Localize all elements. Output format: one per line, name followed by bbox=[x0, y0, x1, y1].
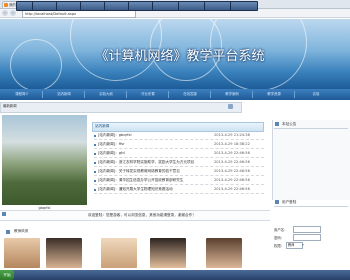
site-title: 《计算机网络》教学平台系统 bbox=[95, 49, 265, 64]
role-label: 权限： bbox=[274, 244, 285, 248]
news-row[interactable]: [站内新闻]：gfd 2013-4-29 22:46:56 bbox=[94, 150, 264, 158]
teacher-photo[interactable] bbox=[150, 238, 186, 268]
teacher-photo[interactable] bbox=[4, 238, 40, 268]
news-row[interactable]: [站内新闻]：ffsr 2013-4-29 18:38:22 bbox=[94, 141, 264, 149]
start-button[interactable]: 开始 bbox=[0, 270, 14, 280]
teacher-photo[interactable] bbox=[101, 238, 137, 268]
forward-arrow-icon[interactable]: › bbox=[10, 10, 16, 16]
teachers-label: 教师风采 bbox=[14, 229, 29, 233]
username-label: 用户名： bbox=[274, 228, 288, 232]
news-list-header bbox=[92, 122, 264, 132]
news-title[interactable]: [站内新闻]：gbqrfxl bbox=[98, 132, 131, 139]
news-title[interactable]: [站内新闻]：gfd bbox=[98, 150, 125, 157]
news-row[interactable]: [站内新闻]：关于转发实现教育网络教育的若干意见 2013-4-29 22:46… bbox=[94, 168, 264, 176]
main-nav: 课程简介 站内新闻 实验大纲 作业布置 在线答疑 教学案例 教学资源 实验 bbox=[0, 89, 350, 100]
nav-item[interactable]: 课程简介 bbox=[4, 89, 40, 100]
url-input[interactable]: http://localhost/Default.aspx bbox=[22, 10, 136, 18]
news-list-header-label: 站内新闻 bbox=[95, 124, 110, 128]
nav-divider bbox=[252, 91, 253, 98]
news-date: 2013-4-29 22:46:56 bbox=[214, 151, 250, 155]
bullet-icon bbox=[94, 153, 96, 155]
nav-item[interactable]: 教学案例 bbox=[214, 89, 250, 100]
teachers-icon bbox=[6, 230, 10, 234]
nav-divider bbox=[126, 91, 127, 98]
welcome-text: 欢迎登陆：您是游客，可以浏览信息，其他功能请登录，谢谢合作！ bbox=[88, 213, 196, 217]
taskbar-item[interactable] bbox=[56, 1, 82, 11]
bullet-icon bbox=[94, 162, 96, 164]
news-date: 2013-4-29 22:46:56 bbox=[214, 169, 250, 173]
login-icon bbox=[275, 200, 279, 204]
teacher-photo[interactable] bbox=[206, 238, 242, 268]
news-title[interactable]: [站内新闻]：清华招生信息办学公开招收教育部研究生 bbox=[98, 177, 183, 184]
nav-divider bbox=[294, 91, 295, 98]
news-bar-label: 最新新闻 bbox=[3, 104, 17, 108]
teachers-header bbox=[2, 230, 262, 236]
news-title-bar bbox=[0, 102, 242, 113]
news-row[interactable]: [站内新闻]：浙江农林学院实施助学、奖励大学生为万元项目 2013-4-29 2… bbox=[94, 159, 264, 167]
news-photo[interactable] bbox=[2, 115, 87, 205]
news-title[interactable]: [站内新闻]：浙江农林学院实施助学、奖励大学生为万元项目 bbox=[98, 159, 194, 166]
username-input[interactable] bbox=[293, 226, 321, 233]
news-date: 2013-4-29 22:46:56 bbox=[214, 187, 250, 191]
taskbar-item[interactable] bbox=[80, 1, 106, 11]
bullet-icon bbox=[94, 171, 96, 173]
login-label: 用户登陆 bbox=[282, 200, 297, 204]
alipay-favicon-icon bbox=[4, 3, 8, 7]
news-title[interactable]: [站内新闻]：ffsr bbox=[98, 141, 125, 148]
bullet-icon bbox=[94, 144, 96, 146]
more-icon[interactable] bbox=[228, 104, 233, 109]
nav-item[interactable]: 教学资源 bbox=[256, 89, 292, 100]
password-label: 密码： bbox=[274, 236, 285, 240]
nav-item[interactable]: 作业布置 bbox=[130, 89, 166, 100]
news-row[interactable]: [站内新闻]：清华招生信息办学公开招收教育部研究生 2013-4-29 22:4… bbox=[94, 177, 264, 185]
announcement-label: 本站公告 bbox=[282, 122, 297, 126]
taskbar-item[interactable] bbox=[128, 1, 154, 11]
news-row[interactable]: [站内新闻]：gbqrfxl 2013-4-29 21:24:38 bbox=[94, 132, 264, 140]
bullet-icon bbox=[94, 189, 96, 191]
nav-divider bbox=[210, 91, 211, 98]
password-input[interactable] bbox=[293, 234, 321, 241]
right-sidebar bbox=[272, 120, 350, 200]
taskbar bbox=[0, 270, 350, 280]
nav-item[interactable]: 实验 bbox=[298, 89, 334, 100]
nav-item[interactable]: 实验大纲 bbox=[88, 89, 124, 100]
info-icon bbox=[2, 212, 6, 216]
news-row[interactable]: [站内新闻]：通知开展大学生物理知识竞赛活动 2013-4-29 22:46:5… bbox=[94, 186, 264, 194]
taskbar-item[interactable] bbox=[152, 1, 180, 11]
news-date: 2013-4-29 21:24:38 bbox=[214, 133, 250, 137]
back-arrow-icon[interactable]: ‹ bbox=[2, 10, 8, 16]
bullet-icon bbox=[94, 180, 96, 182]
nav-divider bbox=[84, 91, 85, 98]
teacher-photo[interactable] bbox=[46, 238, 82, 268]
announcement-icon bbox=[275, 122, 279, 126]
nav-item[interactable]: 站内新闻 bbox=[46, 89, 82, 100]
taskbar-item[interactable] bbox=[32, 1, 58, 11]
taskbar-item[interactable] bbox=[178, 1, 206, 11]
taskbar-item[interactable] bbox=[104, 1, 130, 11]
nav-item[interactable]: 在线答疑 bbox=[172, 89, 208, 100]
news-date: 2013-4-29 18:38:22 bbox=[214, 142, 250, 146]
role-select[interactable]: 教师 bbox=[286, 242, 303, 249]
nav-divider bbox=[42, 91, 43, 98]
news-date: 2013-4-29 22:46:56 bbox=[214, 178, 250, 182]
news-date: 2013-4-29 22:46:56 bbox=[214, 160, 250, 164]
chevron-down-icon[interactable]: ▾ bbox=[302, 243, 304, 247]
bullet-icon bbox=[94, 135, 96, 137]
news-title[interactable]: [站内新闻]：关于转发实现教育网络教育的若干意见 bbox=[98, 168, 180, 175]
taskbar-item[interactable] bbox=[230, 1, 258, 11]
taskbar-item[interactable] bbox=[204, 1, 232, 11]
nav-divider bbox=[168, 91, 169, 98]
news-title[interactable]: [站内新闻]：通知开展大学生物理知识竞赛活动 bbox=[98, 186, 173, 193]
